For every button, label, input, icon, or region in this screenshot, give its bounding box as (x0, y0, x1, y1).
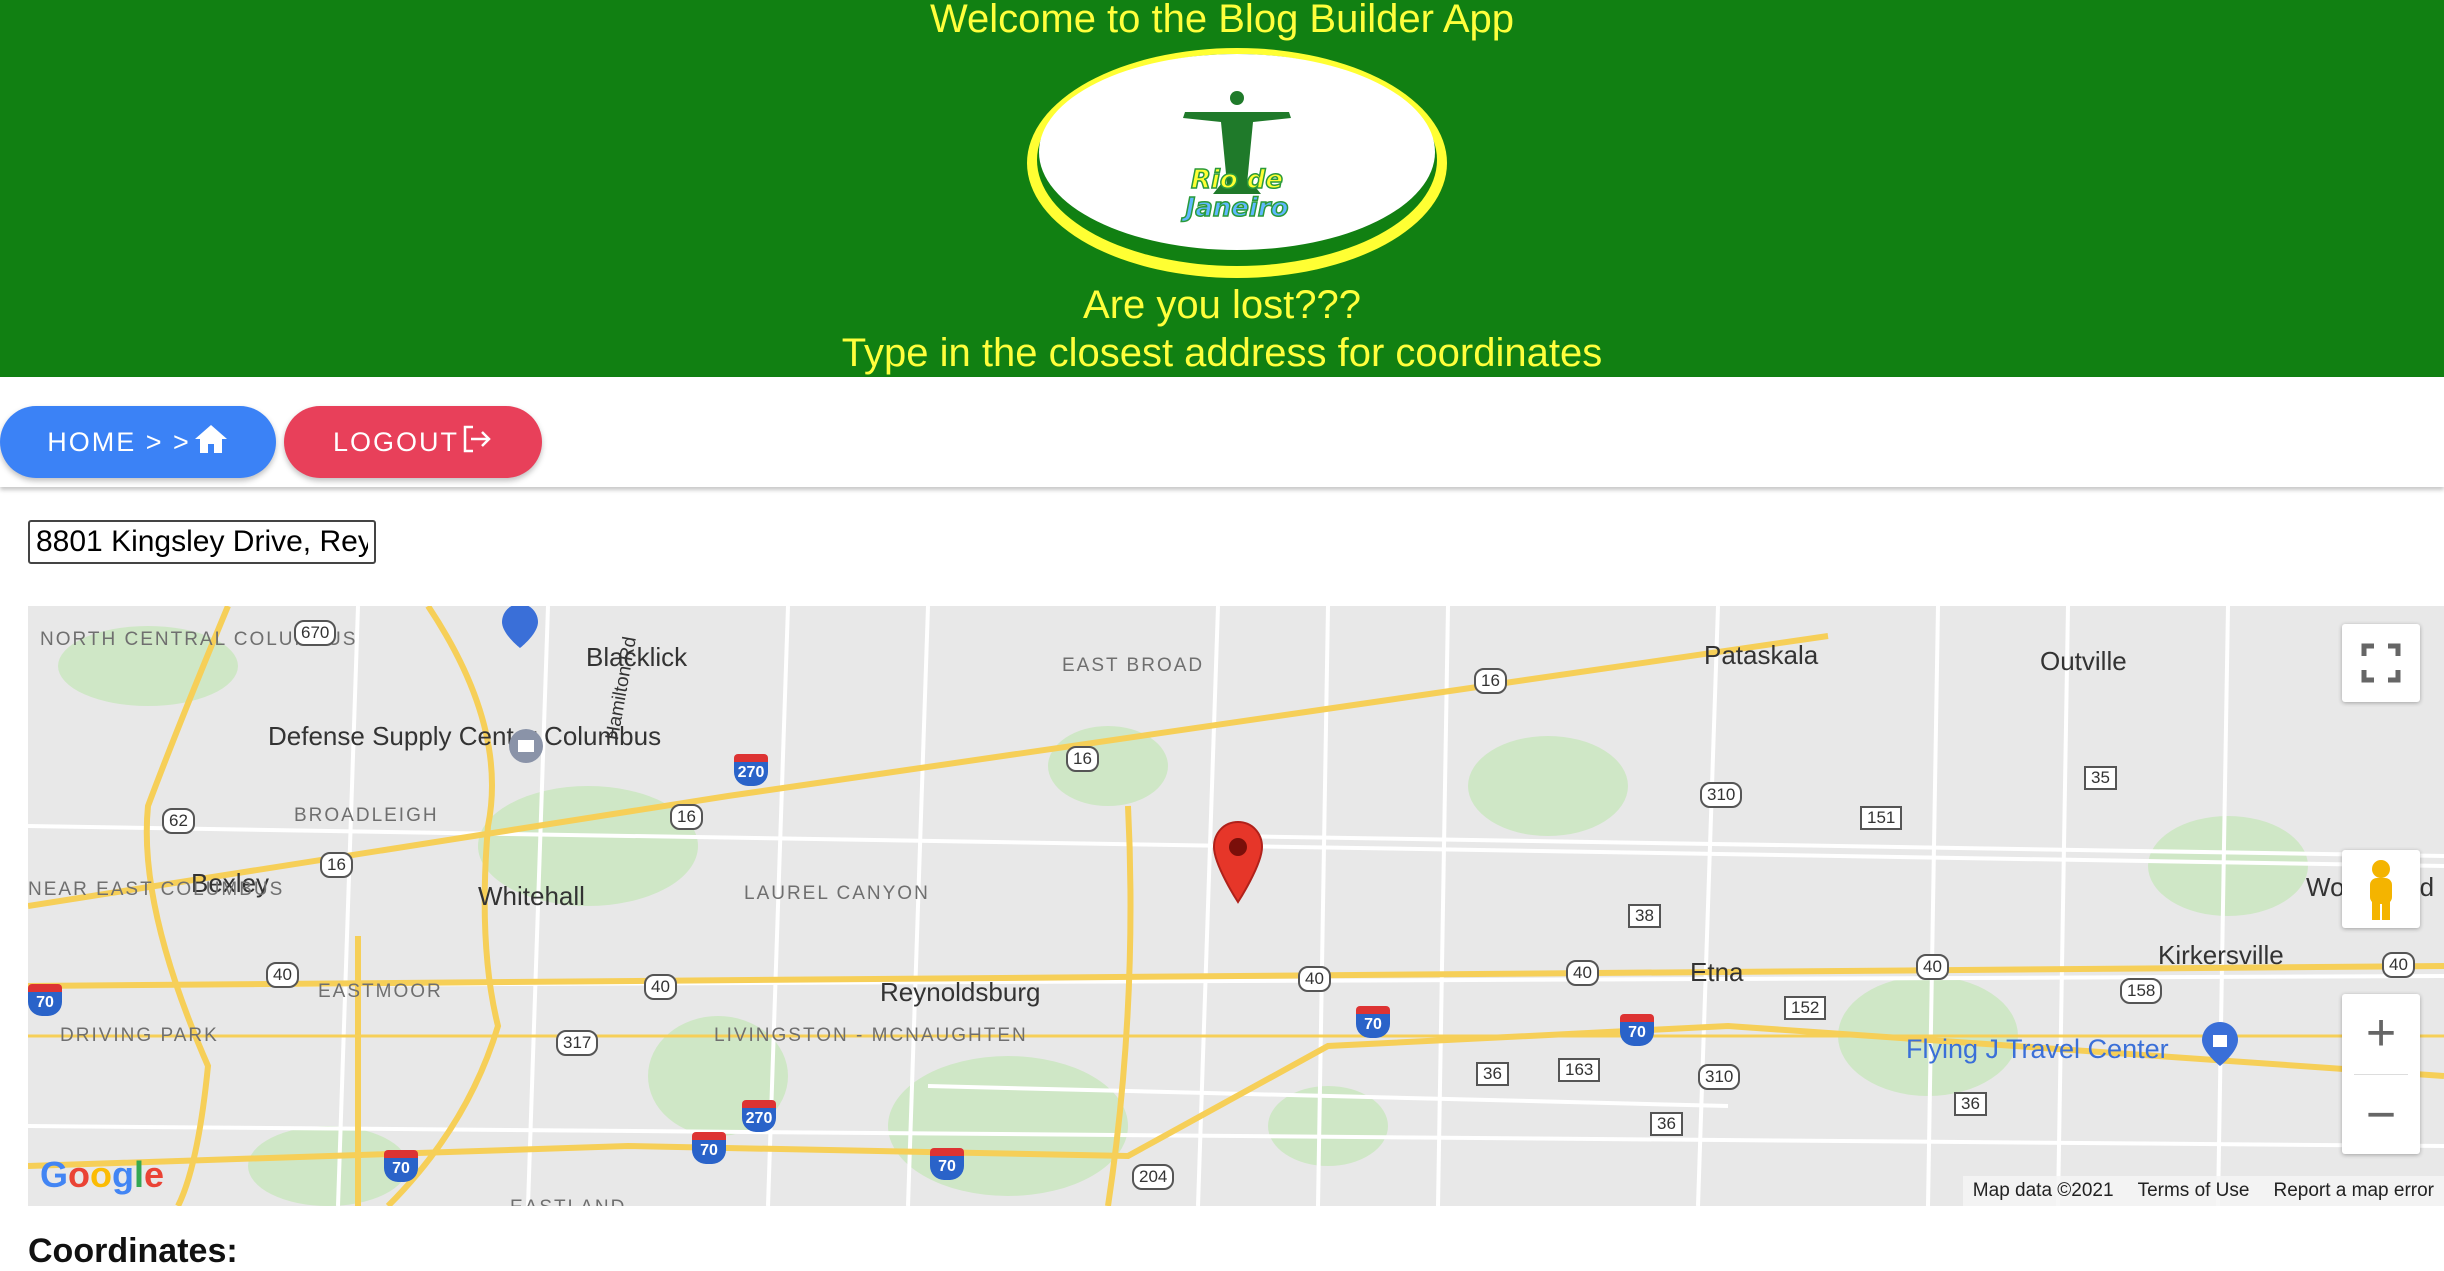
route-shield: 310 (1700, 782, 1743, 808)
interstate-shield: 70 (930, 1148, 964, 1180)
home-icon (191, 423, 229, 462)
route-shield: 16 (670, 804, 703, 830)
fullscreen-button[interactable] (2342, 624, 2420, 702)
interstate-shield: 70 (1620, 1014, 1654, 1046)
route-shield: 40 (1298, 966, 1331, 992)
route-shield: 35 (2084, 766, 2117, 790)
map-marker-icon[interactable] (1212, 820, 1264, 909)
place-kirkersville: Kirkersville (2158, 940, 2284, 970)
interstate-shield: 70 (384, 1150, 418, 1182)
poi-flying-j: Flying J Travel Center (1906, 1034, 2169, 1064)
logout-button-label: LOGOUT (332, 426, 459, 457)
route-shield: 36 (1650, 1112, 1683, 1136)
route-shield: 40 (644, 974, 677, 1000)
route-shield: 36 (1954, 1092, 1987, 1116)
place-etna: Etna (1690, 957, 1744, 987)
instruction-text: Type in the closest address for coordina… (841, 331, 1603, 375)
app-header: Welcome to the Blog Builder App Rio de J… (0, 0, 2444, 377)
coordinates-heading: Coordinates: (28, 1232, 238, 1270)
district-livingston-mcnaughten: LIVINGSTON - MCNAUGHTEN (714, 1025, 1028, 1046)
lost-prompt: Are you lost??? (1083, 283, 1361, 327)
svg-text:Janeiro: Janeiro (1181, 193, 1289, 223)
poi-shopping-icon (2200, 1020, 2240, 1073)
address-input[interactable] (28, 520, 376, 564)
map-data-text: Map data ©2021 (1972, 1180, 2114, 1201)
route-shield: 62 (162, 808, 195, 834)
home-button[interactable]: HOME > > (0, 406, 276, 478)
zoom-out-button[interactable]: − (2342, 1076, 2420, 1154)
interstate-shield: 270 (734, 754, 768, 786)
route-shield: 204 (1132, 1164, 1175, 1190)
district-eastmoor: EASTMOOR (318, 981, 443, 1002)
zoom-in-button[interactable]: + (2342, 994, 2420, 1072)
logo: Rio de Janeiro (1025, 44, 1449, 282)
route-shield: 40 (2382, 952, 2415, 978)
poi-defense-supply-center: Defense Supply Center Columbus (268, 721, 662, 751)
route-shield: 317 (556, 1030, 599, 1056)
district-near-east-columbus: NEAR EAST COLUMBUS (28, 879, 285, 900)
route-shield: 310 (1698, 1064, 1741, 1090)
terms-link[interactable]: Terms of Use (2138, 1180, 2250, 1202)
route-shield: 16 (1474, 668, 1507, 694)
zoom-divider (2354, 1074, 2408, 1075)
map-attribution: Map data ©2021 Terms of Use Report a map… (1962, 1176, 2444, 1206)
interstate-shield: 270 (742, 1100, 776, 1132)
route-shield: 151 (1860, 806, 1903, 830)
home-button-label: HOME > > (47, 426, 191, 457)
district-broadleigh: BROADLEIGH (294, 805, 439, 826)
route-shield: 16 (320, 852, 353, 878)
place-outville: Outville (2040, 646, 2127, 676)
route-shield: 38 (1628, 904, 1661, 928)
district-east-broad: EAST BROAD (1062, 655, 1205, 676)
place-whitehall: Whitehall (478, 881, 585, 911)
nav-bar: HOME > > LOGOUT (0, 377, 2444, 487)
route-shield: 40 (266, 962, 299, 988)
route-shield: 152 (1784, 996, 1827, 1020)
route-shield: 670 (294, 620, 337, 646)
logout-icon (459, 424, 493, 461)
district-north-central-columbus: NORTH CENTRAL COLUMBUS (40, 629, 358, 650)
interstate-shield: 70 (28, 984, 62, 1016)
logout-button[interactable]: LOGOUT (284, 406, 542, 478)
route-shield: 36 (1476, 1062, 1509, 1086)
interstate-shield: 70 (1356, 1006, 1390, 1038)
route-shield: 163 (1558, 1058, 1601, 1082)
district-laurel-canyon: LAUREL CANYON (744, 883, 930, 904)
route-shield: 40 (1566, 960, 1599, 986)
route-shield: 158 (2120, 978, 2163, 1004)
place-reynoldsburg: Reynoldsburg (880, 977, 1041, 1007)
street-view-pegman[interactable] (2342, 850, 2420, 928)
route-shield: 40 (1916, 954, 1949, 980)
fullscreen-icon (2361, 643, 2401, 683)
google-logo: Google (40, 1154, 165, 1195)
svg-text:Rio de: Rio de (1191, 165, 1283, 195)
airport-icon (500, 606, 540, 655)
welcome-title: Welcome to the Blog Builder App (929, 0, 1515, 41)
google-map[interactable]: Blacklick Pataskala Outville Bexley Whit… (28, 606, 2444, 1206)
interstate-shield: 70 (692, 1132, 726, 1164)
place-pataskala: Pataskala (1704, 640, 1819, 670)
district-eastland: EASTLAND (510, 1198, 626, 1207)
zoom-control: + − (2342, 994, 2420, 1154)
route-shield: 16 (1066, 746, 1099, 772)
report-error-link[interactable]: Report a map error (2273, 1180, 2434, 1202)
district-driving-park: DRIVING PARK (60, 1025, 219, 1046)
poi-defense-icon (508, 728, 544, 769)
pegman-icon (2370, 860, 2392, 920)
